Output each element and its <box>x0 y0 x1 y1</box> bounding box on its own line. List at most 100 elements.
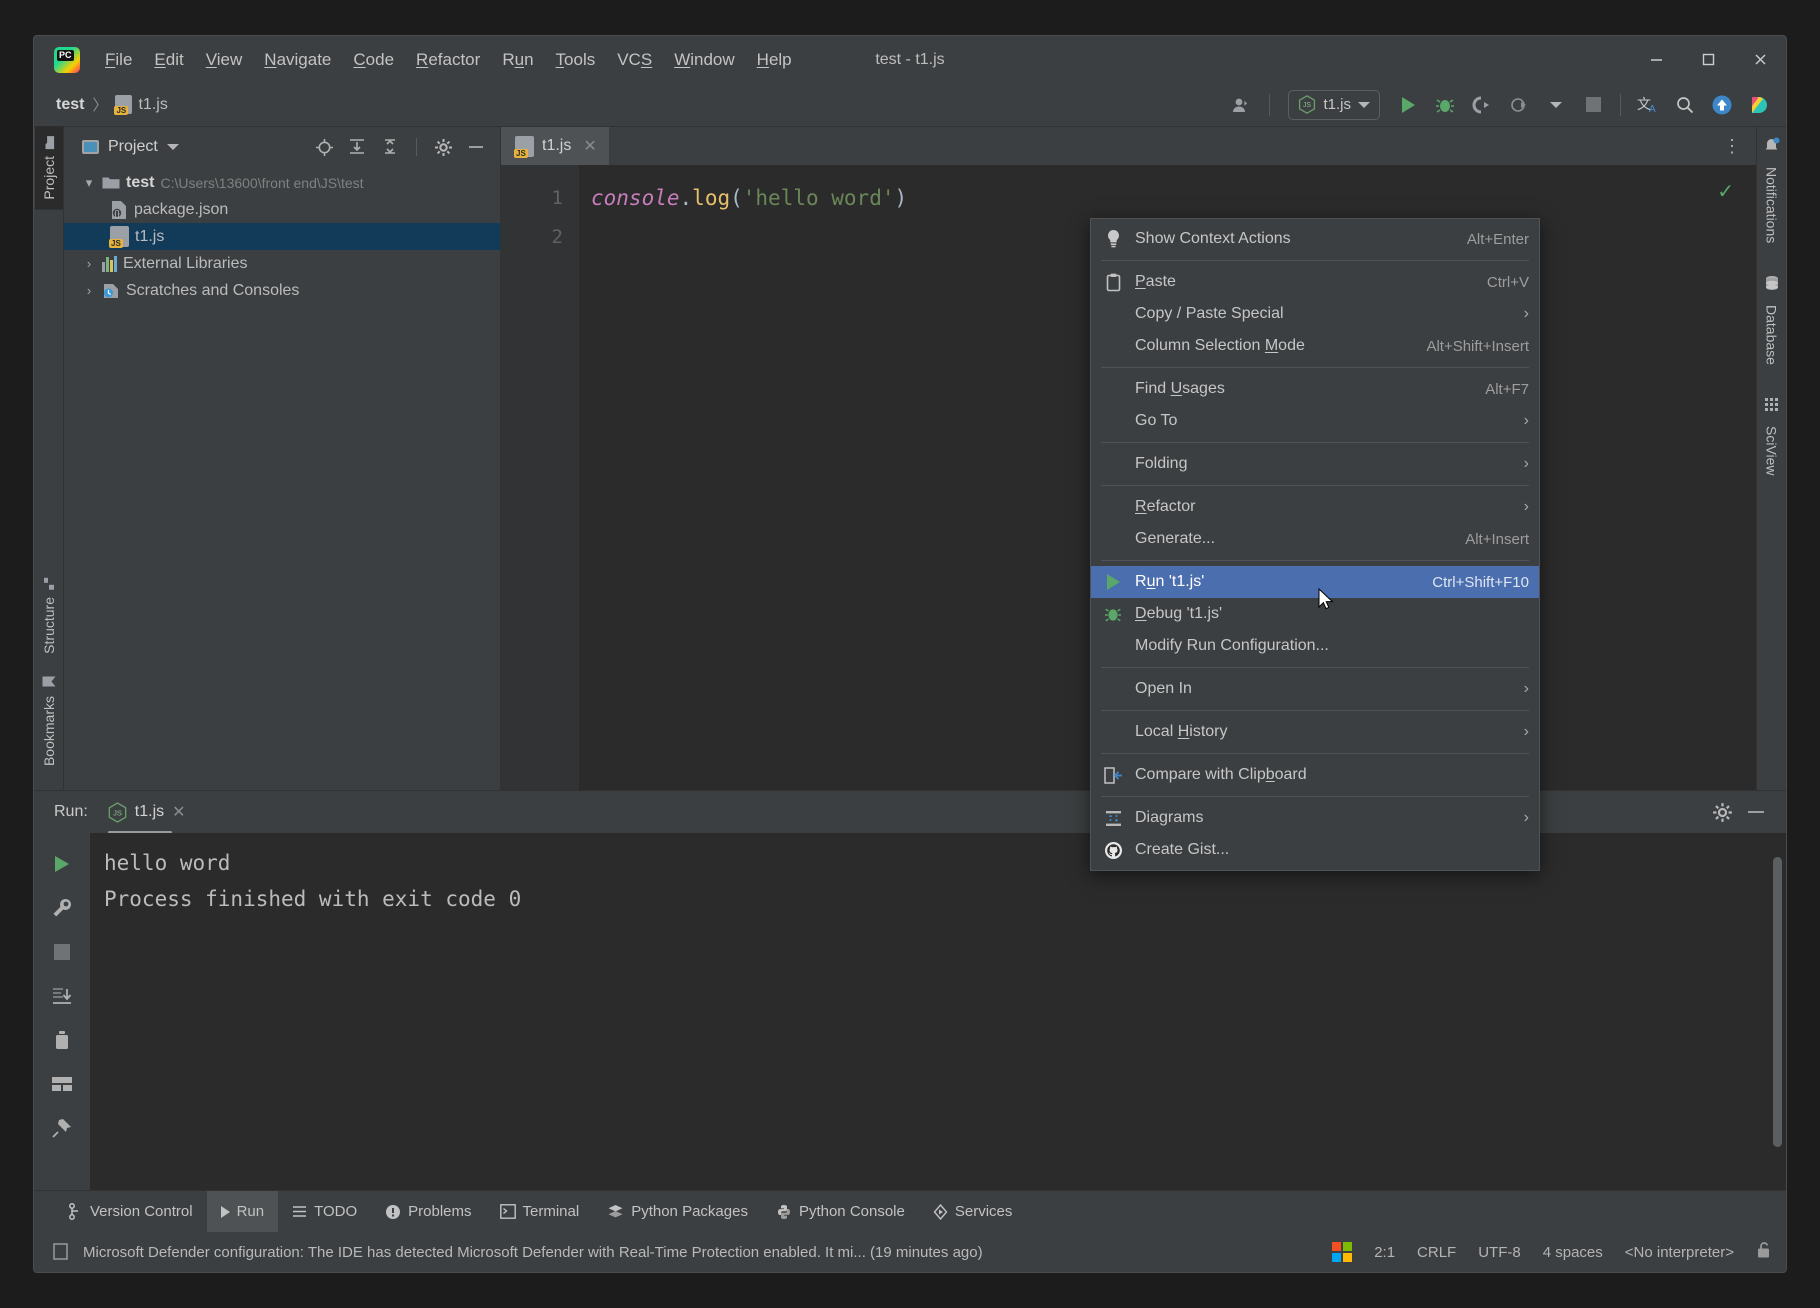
menu-file[interactable]: File <box>94 46 143 74</box>
menu-refactor[interactable]: Refactor <box>405 46 491 74</box>
bottom-tab-python-packages[interactable]: Python Packages <box>593 1191 762 1232</box>
menu-item-paste[interactable]: Paste Ctrl+V <box>1091 266 1539 298</box>
collapse-all-icon[interactable] <box>376 134 404 160</box>
search-icon[interactable] <box>1668 90 1702 120</box>
menu-item-generate[interactable]: Generate... Alt+Insert <box>1091 523 1539 555</box>
rerun-icon[interactable] <box>42 843 82 885</box>
menu-item-compare-with-clipboard[interactable]: Compare with Clipboard <box>1091 759 1539 791</box>
pin-icon[interactable] <box>42 1107 82 1149</box>
wrench-icon[interactable] <box>42 887 82 929</box>
file-encoding[interactable]: UTF-8 <box>1478 1244 1521 1261</box>
interpreter-selector[interactable]: <No interpreter> <box>1625 1244 1734 1261</box>
run-button[interactable] <box>1391 90 1425 120</box>
sidebar-item-notifications[interactable]: Notifications <box>1757 127 1786 253</box>
close-icon[interactable]: ✕ <box>579 136 596 156</box>
indent-setting[interactable]: 4 spaces <box>1543 1244 1603 1261</box>
sidebar-item-project[interactable]: Project <box>34 127 63 210</box>
layout-icon[interactable] <box>42 1063 82 1105</box>
chevron-down-icon[interactable]: ▾ <box>82 175 96 191</box>
tree-node-external-libraries[interactable]: › External Libraries <box>64 250 500 277</box>
line-separator[interactable]: CRLF <box>1417 1244 1456 1261</box>
bottom-tab-services[interactable]: Services <box>919 1191 1027 1232</box>
scroll-to-end-icon[interactable] <box>42 975 82 1017</box>
hide-panel-icon[interactable] <box>462 134 490 160</box>
menu-item-create-gist[interactable]: Create Gist... <box>1091 834 1539 866</box>
select-opened-file-icon[interactable] <box>310 134 338 160</box>
editor-tab-t1-js[interactable]: t1.js ✕ <box>501 127 609 165</box>
minimize-button[interactable] <box>1630 38 1682 82</box>
run-with-coverage-button[interactable] <box>1465 90 1499 120</box>
tree-node-package-json[interactable]: {} package.json <box>64 196 500 223</box>
close-button[interactable] <box>1734 38 1786 82</box>
menu-navigate[interactable]: Navigate <box>253 46 342 74</box>
memory-indicator-icon[interactable] <box>52 1242 71 1262</box>
menu-edit[interactable]: Edit <box>143 46 194 74</box>
menu-item-go-to[interactable]: Go To › <box>1091 405 1539 437</box>
profiler-icon[interactable] <box>1225 90 1259 120</box>
chevron-down-icon[interactable] <box>166 144 179 150</box>
status-message[interactable]: Microsoft Defender configuration: The ID… <box>83 1244 983 1261</box>
menu-run[interactable]: Run <box>491 46 544 74</box>
trash-icon[interactable] <box>42 1019 82 1061</box>
update-project-icon[interactable] <box>1705 90 1739 120</box>
sidebar-item-structure[interactable]: Structure <box>35 567 63 664</box>
ide-feature-icon[interactable] <box>1742 90 1776 120</box>
menu-item-diagrams[interactable]: Diagrams › <box>1091 802 1539 834</box>
maximize-button[interactable] <box>1682 38 1734 82</box>
debug-button[interactable] <box>1428 90 1462 120</box>
menu-item-refactor[interactable]: Refactor › <box>1091 491 1539 523</box>
bottom-tab-todo[interactable]: TODO <box>278 1191 371 1232</box>
inspection-status-icon[interactable]: ✓ <box>1717 179 1734 204</box>
expand-all-icon[interactable] <box>343 134 371 160</box>
sidebar-item-sciview[interactable]: SciView <box>1758 387 1786 486</box>
chevron-right-icon[interactable]: › <box>82 256 96 271</box>
bottom-tab-terminal[interactable]: Terminal <box>486 1191 594 1232</box>
console-scrollbar[interactable] <box>1773 857 1782 1147</box>
sidebar-item-bookmarks[interactable]: Bookmarks <box>35 664 63 776</box>
menu-item-local-history[interactable]: Local History › <box>1091 716 1539 748</box>
menu-item-run-t1-js[interactable]: Run 't1.js' Ctrl+Shift+F10 <box>1091 566 1539 598</box>
menu-item-find-usages[interactable]: Find Usages Alt+F7 <box>1091 373 1539 405</box>
menu-item-copy-paste-special[interactable]: Copy / Paste Special › <box>1091 298 1539 330</box>
unlocked-icon[interactable] <box>1756 1241 1772 1263</box>
close-icon[interactable]: ✕ <box>172 802 185 822</box>
stop-icon[interactable] <box>42 931 82 973</box>
sidebar-item-structure-label: Structure <box>40 597 57 654</box>
breadcrumb-project[interactable]: test <box>56 96 84 114</box>
translate-icon[interactable]: 文A <box>1631 90 1665 120</box>
breadcrumb-file[interactable]: t1.js <box>138 96 167 114</box>
menu-item-column-selection-mode[interactable]: Column Selection Mode Alt+Shift+Insert <box>1091 330 1539 362</box>
bottom-tab-python-console[interactable]: Python Console <box>762 1191 919 1232</box>
windows-logo-icon[interactable] <box>1332 1242 1353 1262</box>
tree-node-scratches-and-consoles[interactable]: › Scratches and Consoles <box>64 277 500 304</box>
menu-vcs[interactable]: VCS <box>606 46 663 74</box>
menu-item-show-context-actions[interactable]: Show Context Actions Alt+Enter <box>1091 223 1539 255</box>
stop-button[interactable] <box>1576 90 1610 120</box>
run-tab-t1-js[interactable]: JS t1.js ✕ <box>102 798 192 834</box>
menu-item-debug-t1-js[interactable]: Debug 't1.js' <box>1091 598 1539 630</box>
caret-position[interactable]: 2:1 <box>1374 1244 1395 1261</box>
menu-view[interactable]: View <box>195 46 254 74</box>
menu-item-folding[interactable]: Folding › <box>1091 448 1539 480</box>
tree-node-t1-js[interactable]: t1.js <box>64 223 500 250</box>
chevron-down-icon[interactable] <box>1539 90 1573 120</box>
bottom-tab-run[interactable]: Run <box>206 1191 279 1232</box>
settings-icon[interactable] <box>429 134 457 160</box>
menu-help[interactable]: Help <box>746 46 803 74</box>
menu-item-open-in[interactable]: Open In › <box>1091 673 1539 705</box>
run-configuration-selector[interactable]: JS t1.js <box>1288 89 1380 120</box>
menu-window[interactable]: Window <box>663 46 745 74</box>
bottom-tab-version-control[interactable]: Version Control <box>54 1191 207 1232</box>
sidebar-item-database[interactable]: Database <box>1758 265 1786 375</box>
editor-options-kebab-icon[interactable]: ⋮ <box>1709 127 1756 165</box>
bottom-tab-problems[interactable]: Problems <box>371 1191 485 1232</box>
menu-item-modify-run-configuration[interactable]: Modify Run Configuration... <box>1091 630 1539 662</box>
profile-button[interactable] <box>1502 90 1536 120</box>
menu-code[interactable]: Code <box>342 46 405 74</box>
run-console-output[interactable]: hello word Process finished with exit co… <box>90 833 1786 1190</box>
menu-tools[interactable]: Tools <box>545 46 607 74</box>
settings-icon[interactable] <box>1708 799 1736 825</box>
tree-node-test[interactable]: ▾ test C:\Users\13600\front end\JS\test <box>64 169 500 196</box>
hide-panel-icon[interactable] <box>1742 799 1770 825</box>
chevron-right-icon[interactable]: › <box>82 283 96 298</box>
